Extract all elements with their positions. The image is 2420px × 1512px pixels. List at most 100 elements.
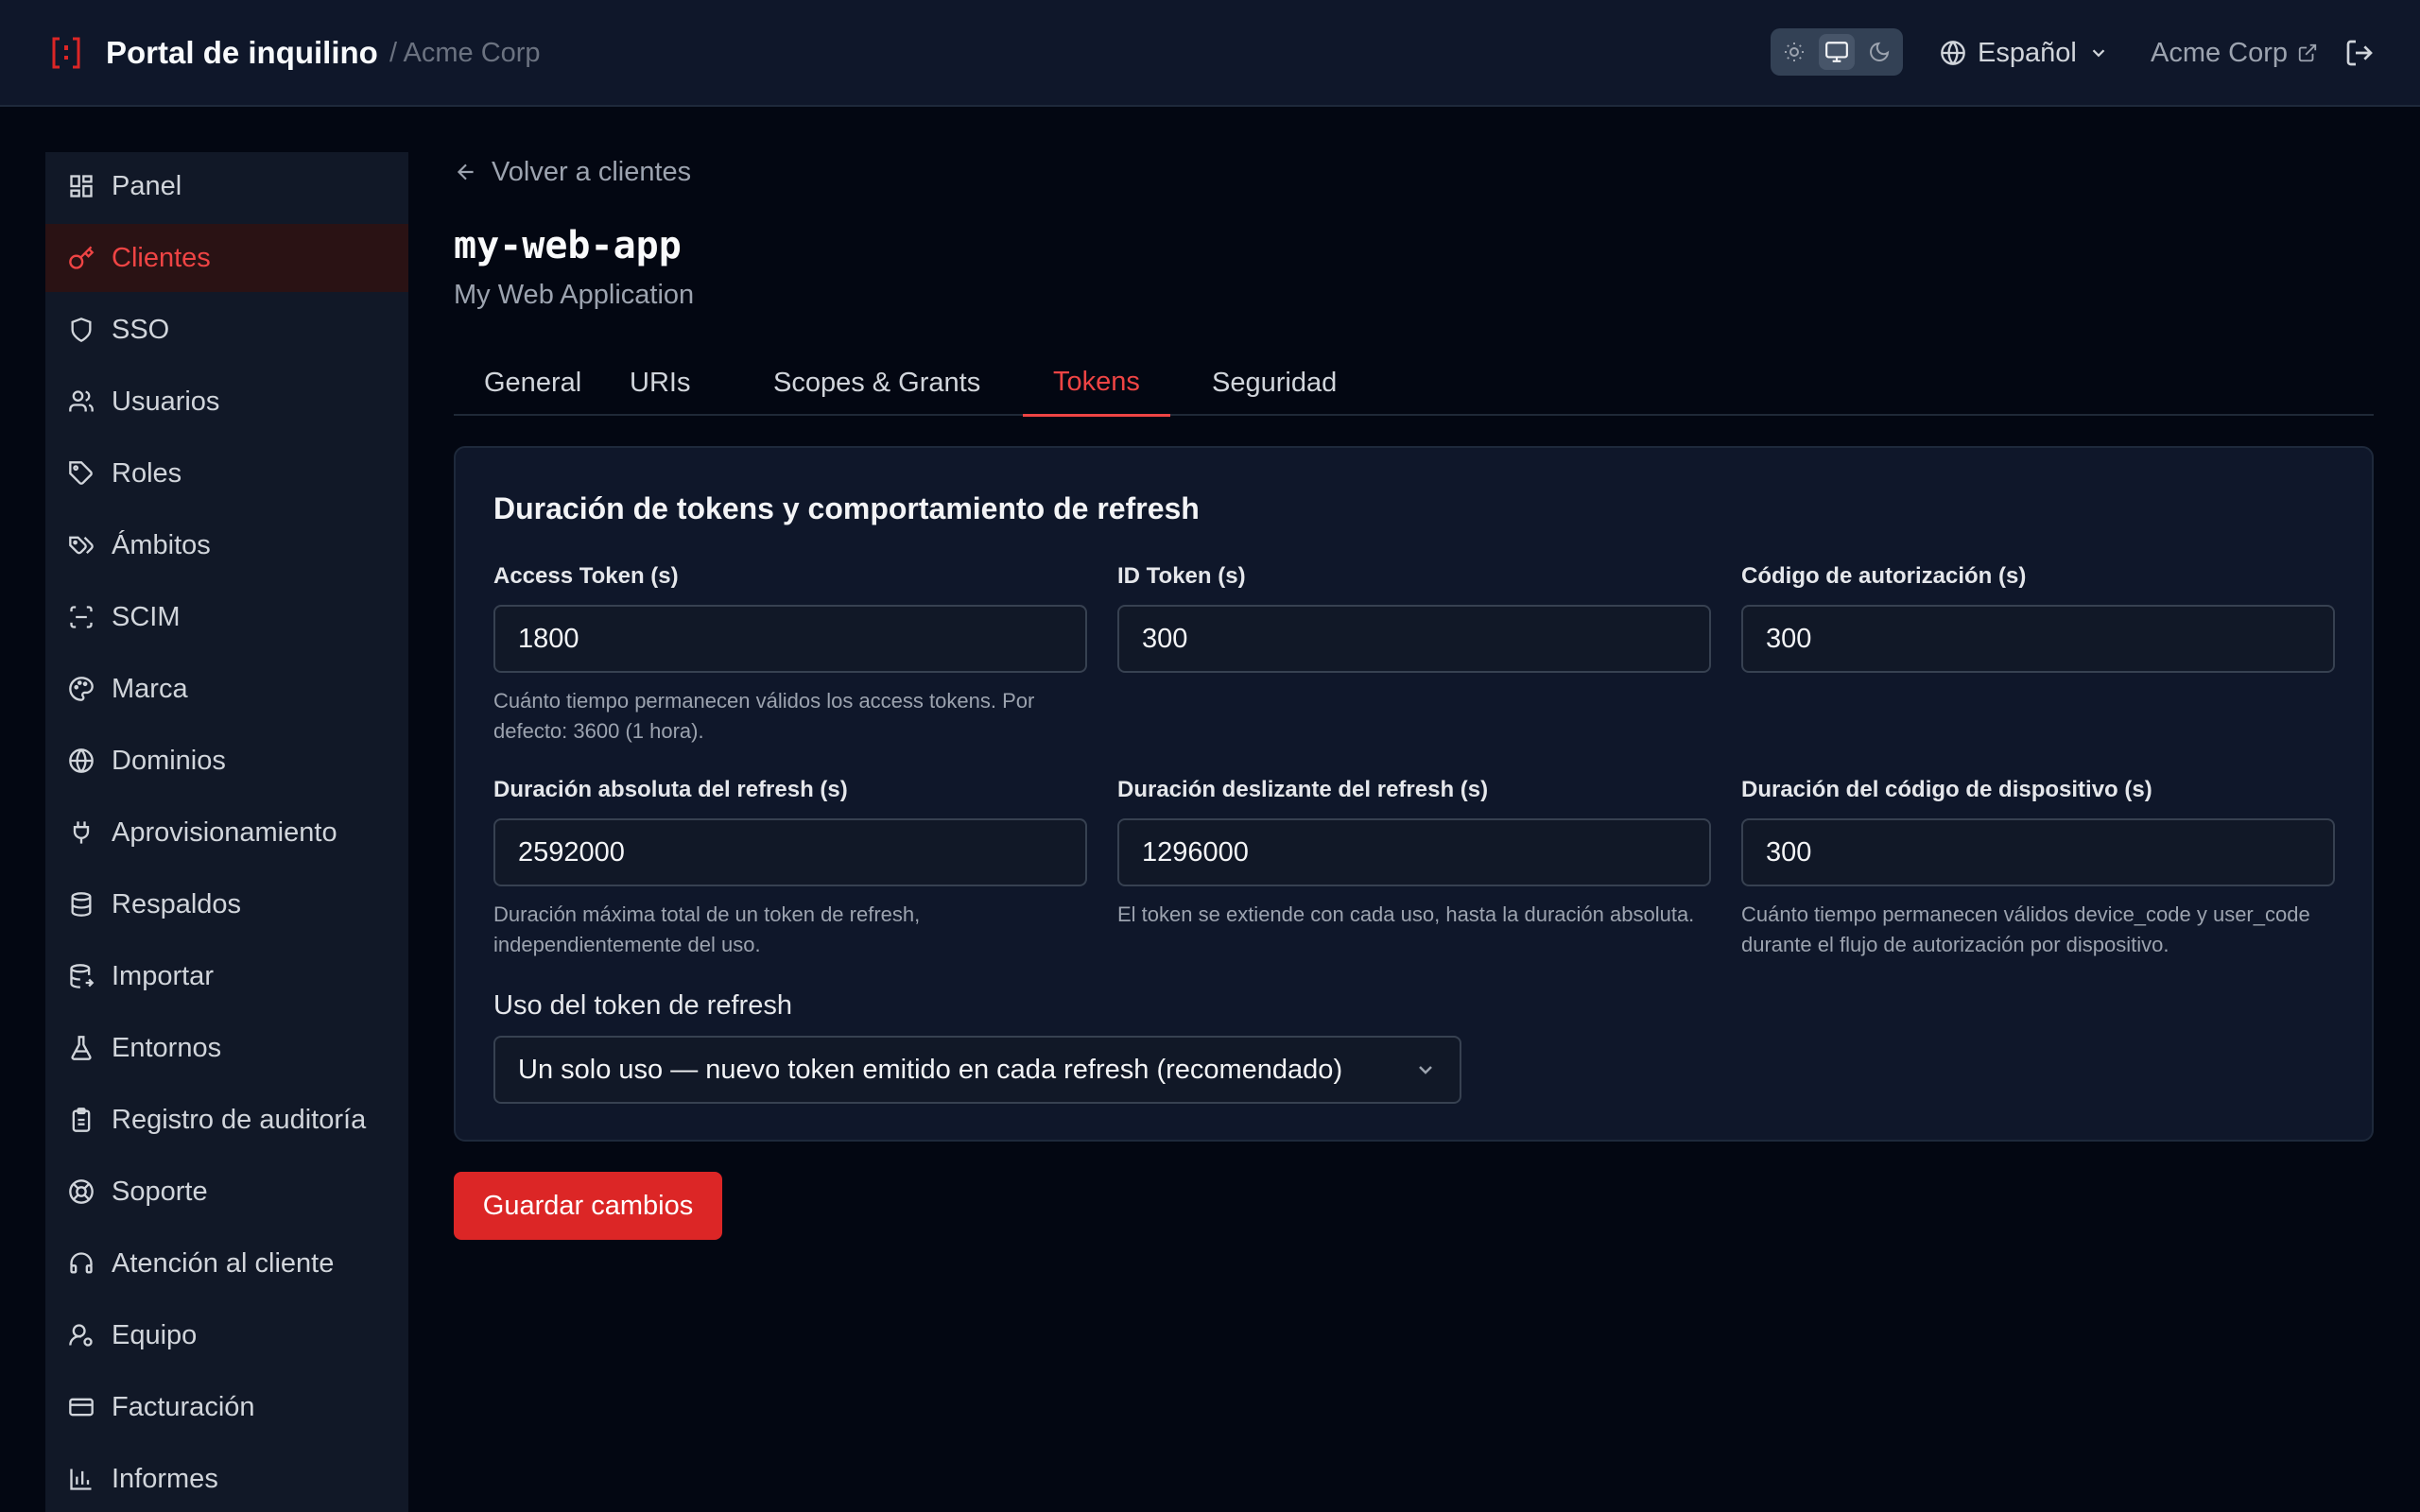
sidebar-item-label: Panel [112,170,182,201]
sidebar-item-facturacion[interactable]: Facturación [45,1373,408,1441]
logout-icon[interactable] [2344,38,2375,68]
globe-icon [1941,41,1965,65]
tenant-link[interactable]: Acme Corp [2151,32,2318,74]
sidebar-item-label: SCIM [112,601,181,632]
sidebar-item-label: Atención al cliente [112,1247,335,1279]
sidebar-item-scim[interactable]: SCIM [45,583,408,651]
token-settings-card: Duración de tokens y comportamiento de r… [454,446,2374,1142]
monitor-icon [1825,42,1848,62]
sidebar-item-sso[interactable]: SSO [45,296,408,364]
sidebar-item-entornos[interactable]: Entornos [45,1014,408,1082]
sidebar-item-importar[interactable]: Importar [45,942,408,1010]
card-title: Duración de tokens y comportamiento de r… [493,491,1200,525]
tenant-name: Acme Corp [2151,37,2289,68]
refresh-sliding-input[interactable]: 1296000 [1117,818,1711,886]
back-to-clients-link[interactable]: Volver a clientes [454,151,691,193]
sidebar-item-registro-auditoria[interactable]: Registro de auditoría [45,1086,408,1154]
sidebar-item-label: Ámbitos [112,529,211,560]
tab-scopes-grants[interactable]: Scopes & Grants [743,350,1011,416]
field-help: Cuánto tiempo permanecen válidos device_… [1741,902,2310,956]
sidebar-item-label: Clientes [112,242,211,273]
sidebar-item-equipo[interactable]: Equipo [45,1301,408,1369]
tag-icon [69,461,93,485]
field-label: Duración del código de dispositivo (s) [1741,777,2152,802]
clipboard-icon [72,1108,91,1132]
language-selector[interactable]: Español [1940,32,2109,74]
sidebar-item-clientes[interactable]: Clientes [45,224,408,292]
refresh-sliding-field: Duración deslizante del refresh (s) 1296… [1117,775,1711,930]
refresh-absolute-input[interactable]: 2592000 [493,818,1087,886]
page-title: my-web-app [454,224,682,267]
sidebar-item-usuarios[interactable]: Usuarios [45,368,408,436]
globe-icon [69,748,94,773]
field-label: Duración absoluta del refresh (s) [493,777,848,802]
database-import-icon [70,964,95,988]
sidebar-item-label: Respaldos [112,888,242,919]
sidebar-item-respaldos[interactable]: Respaldos [45,870,408,938]
users-icon [69,390,94,412]
credit-card-icon [69,1398,94,1417]
sidebar-item-marca[interactable]: Marca [45,655,408,723]
database-icon [71,892,92,917]
access-token-input[interactable]: 1800 [493,605,1087,673]
refresh-usage-select[interactable]: Un solo uso — nuevo token emitido en cad… [493,1036,1461,1104]
authorization-code-field: Código de autorización (s) 300 [1741,561,2335,673]
field-label: Access Token (s) [493,563,679,589]
device-code-field: Duración del código de dispositivo (s) 3… [1741,775,2335,960]
sidebar-item-label: Equipo [112,1319,198,1350]
id-token-field: ID Token (s) 300 [1117,561,1711,673]
back-link-label: Volver a clientes [492,156,692,187]
sidebar-item-atencion-cliente[interactable]: Atención al cliente [45,1229,408,1297]
access-token-field: Access Token (s) 1800 Cuánto tiempo perm… [493,561,1087,747]
sidebar-item-label: Entornos [112,1032,222,1063]
sidebar-item-label: Usuarios [112,386,220,417]
flask-icon [71,1036,92,1060]
sidebar-item-label: Registro de auditoría [112,1104,367,1135]
field-label: Duración deslizante del refresh (s) [1117,777,1489,802]
authorization-code-input[interactable]: 300 [1741,605,2335,673]
sidebar: Panel Clientes SSO Usuarios Roles Ámbito… [45,152,408,1512]
sidebar-item-soporte[interactable]: Soporte [45,1158,408,1226]
user-gear-icon [69,1324,93,1347]
language-label: Español [1978,37,2077,68]
sidebar-item-label: Marca [112,673,188,704]
sidebar-item-label: Dominios [112,745,226,776]
tab-uris[interactable]: URIs [599,350,720,416]
dark-theme-button[interactable] [1861,34,1897,70]
bar-chart-icon [70,1469,92,1490]
chevron-down-icon [1419,1066,1432,1074]
tenant-breadcrumb: / Acme Corp [389,38,541,68]
shield-icon [71,318,92,342]
arrow-left-icon [457,163,474,180]
sidebar-item-panel[interactable]: Panel [45,152,408,220]
app-title: Portal de inquilino [106,35,378,70]
field-help: Cuánto tiempo permanecen válidos los acc… [493,689,1035,743]
plug-icon [73,821,90,844]
device-code-input[interactable]: 300 [1741,818,2335,886]
sidebar-item-roles[interactable]: Roles [45,439,408,507]
tab-tokens[interactable]: Tokens [1023,350,1170,417]
field-label: ID Token (s) [1117,563,1246,589]
sidebar-item-label: SSO [112,314,170,345]
sidebar-item-aprovisionamiento[interactable]: Aprovisionamiento [45,799,408,867]
sidebar-item-dominios[interactable]: Dominios [45,727,408,795]
sidebar-item-ambitos[interactable]: Ámbitos [45,511,408,579]
tags-icon [69,536,94,555]
scan-icon [70,606,93,628]
palette-icon [69,677,94,701]
top-bar: Portal de inquilino / Acme Corp Español [0,0,2420,107]
save-button[interactable]: Guardar cambios [454,1172,722,1240]
id-token-input[interactable]: 300 [1117,605,1711,673]
refresh-usage-value: Un solo uso — nuevo token emitido en cad… [518,1054,1343,1085]
lifebuoy-icon [69,1179,94,1204]
tab-seguridad[interactable]: Seguridad [1182,350,1367,416]
sidebar-item-label: Roles [112,457,182,489]
light-theme-button[interactable] [1776,34,1812,70]
headset-icon [70,1252,93,1274]
refresh-absolute-field: Duración absoluta del refresh (s) 259200… [493,775,1087,960]
moon-icon [1870,42,1890,61]
tab-bar: General URIs Scopes & Grants Tokens Segu… [454,350,2374,417]
sidebar-item-informes[interactable]: Informes [45,1445,408,1512]
tab-general[interactable]: General [454,350,612,416]
system-theme-button[interactable] [1819,34,1855,70]
